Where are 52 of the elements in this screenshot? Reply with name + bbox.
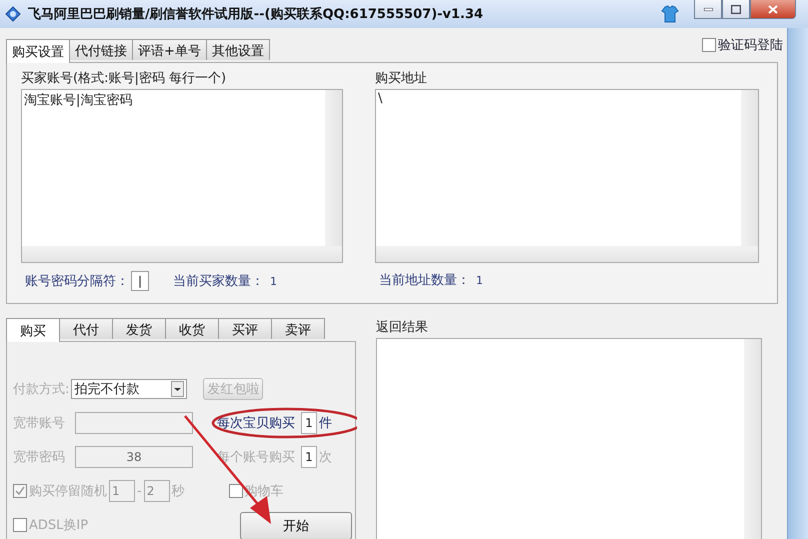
field-label: 每次宝贝购买 [217, 415, 295, 432]
quantity-field[interactable]: 1 [301, 412, 317, 434]
input-field[interactable] [75, 412, 193, 434]
tab[interactable]: 代付 [59, 318, 113, 339]
unit-label: 秒 [172, 483, 185, 500]
horizontal-scrollbar[interactable] [22, 246, 342, 262]
start-button[interactable]: 开始 [240, 512, 352, 539]
group-label: 购买地址 [375, 71, 428, 87]
checkbox[interactable] [702, 38, 716, 52]
app-icon [4, 6, 22, 22]
tab[interactable]: 卖评 [271, 318, 325, 339]
field-label: 宽带密码 [13, 449, 65, 466]
tab[interactable]: 购买 [6, 318, 60, 342]
minimize-icon [704, 8, 712, 10]
vertical-scrollbar[interactable] [741, 90, 758, 246]
vertical-scrollbar[interactable] [325, 90, 342, 246]
maximize-button[interactable] [722, 0, 750, 19]
field-label: 宽带账号 [13, 415, 65, 432]
group-label: 买家账号(格式:账号|密码 每行一个) [21, 71, 228, 87]
group-label: 返回结果 [376, 320, 429, 336]
text-area[interactable]: 淘宝账号|淘宝密码 [21, 89, 343, 263]
field-label: 付款方式: [13, 381, 70, 398]
tab[interactable]: 买评 [218, 318, 272, 339]
unit-label: 件 [319, 415, 332, 432]
count-value: 1 [476, 274, 483, 286]
field-label: 账号密码分隔符： [25, 273, 129, 290]
separator-field[interactable]: | [131, 271, 149, 291]
count-label: 当前地址数量： [379, 272, 470, 289]
tab[interactable]: 发货 [112, 318, 166, 339]
tab[interactable]: 评语+单号 [132, 39, 207, 60]
maximize-icon [731, 4, 741, 14]
tab[interactable]: 收货 [165, 318, 219, 339]
checkbox-label: 验证码登陆 [718, 37, 784, 54]
text-line: 淘宝账号|淘宝密码 [24, 93, 132, 108]
window-title: 飞马阿里巴巴刷销量/刷信誉软件试用版--(购买联系QQ:617555507)-v1.34 [28, 6, 484, 23]
tab[interactable]: 其他设置 [206, 39, 270, 60]
shirt-icon[interactable] [660, 4, 680, 24]
checkbox-label: 购买停留随机 [29, 483, 107, 500]
tab[interactable]: 代付链接 [69, 39, 133, 60]
range-separator: - [137, 484, 142, 498]
close-icon [768, 4, 778, 14]
text-line: \ [378, 91, 382, 106]
vertical-scrollbar[interactable] [744, 339, 761, 539]
checkbox-label: ADSL换IP [29, 517, 88, 534]
minimize-button[interactable] [694, 0, 722, 19]
count-value: 1 [270, 274, 277, 288]
close-button[interactable] [750, 0, 796, 19]
unit-label: 次 [319, 449, 332, 466]
text-area[interactable]: \ [375, 89, 759, 263]
count-label: 当前买家数量： [173, 273, 264, 290]
horizontal-scrollbar[interactable] [376, 246, 758, 262]
tab[interactable]: 购买设置 [6, 39, 70, 63]
